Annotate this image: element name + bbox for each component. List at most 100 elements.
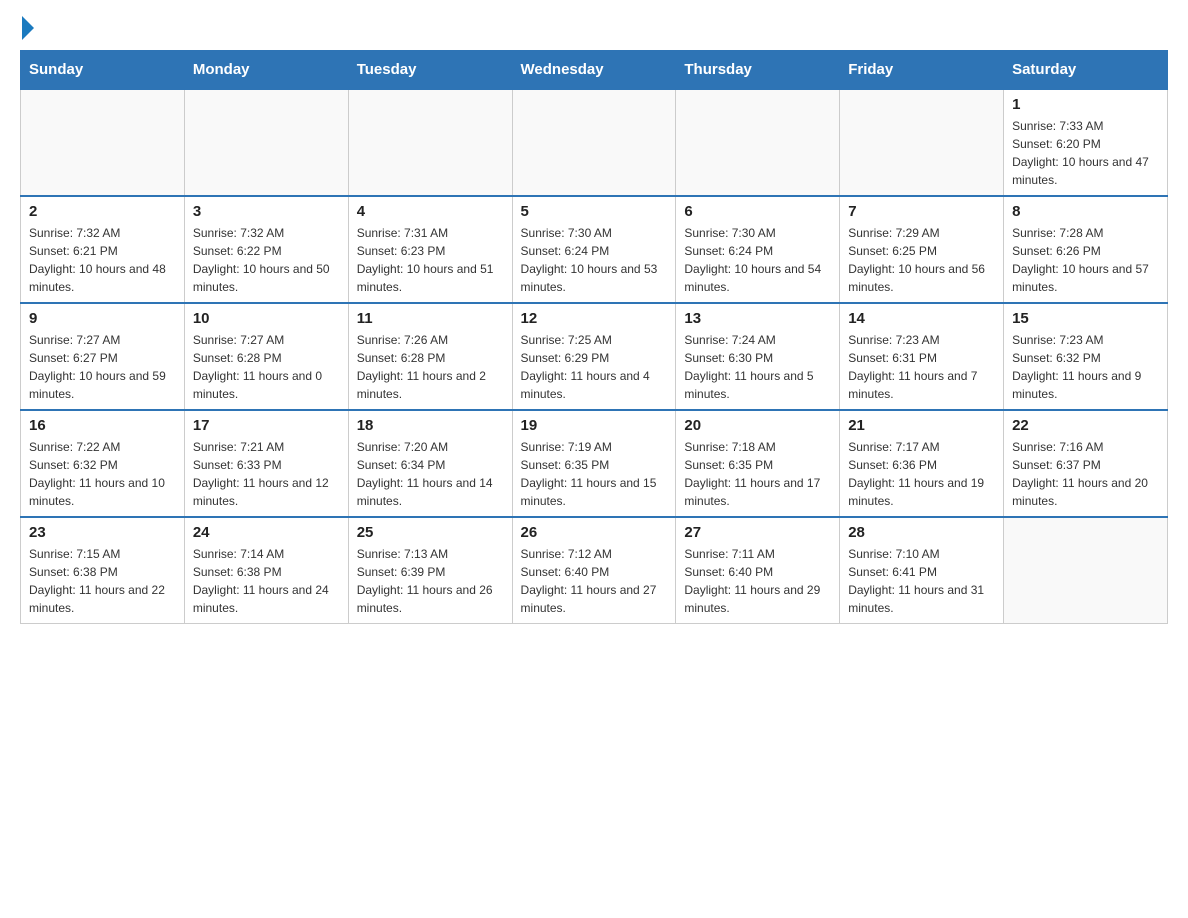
day-info: Sunrise: 7:30 AM Sunset: 6:24 PM Dayligh… [521, 224, 668, 296]
day-number: 7 [848, 203, 995, 220]
calendar-cell [348, 89, 512, 196]
calendar-cell: 16 Sunrise: 7:22 AM Sunset: 6:32 PM Dayli… [21, 410, 185, 517]
day-number: 1 [1012, 96, 1159, 113]
calendar-cell: 17Sunrise: 7:21 AM Sunset: 6:33 PM Dayli… [184, 410, 348, 517]
day-number: 14 [848, 310, 995, 327]
day-info: Sunrise: 7:20 AM Sunset: 6:34 PM Dayligh… [357, 438, 504, 510]
calendar-cell: 19 Sunrise: 7:19 AM Sunset: 6:35 PM Dayli… [512, 410, 676, 517]
week-row-4: 16 Sunrise: 7:22 AM Sunset: 6:32 PM Dayli… [21, 410, 1168, 517]
calendar-cell: 21Sunrise: 7:17 AM Sunset: 6:36 PM Dayli… [840, 410, 1004, 517]
day-info: Sunrise: 7:27 AM Sunset: 6:28 PM Dayligh… [193, 331, 340, 403]
calendar-cell [512, 89, 676, 196]
calendar-cell: 22 Sunrise: 7:16 AM Sunset: 6:37 PM Dayli… [1004, 410, 1168, 517]
day-number: 24 [193, 524, 340, 541]
calendar-cell: 10 Sunrise: 7:27 AM Sunset: 6:28 PM Dayli… [184, 303, 348, 410]
week-row-5: 23 Sunrise: 7:15 AM Sunset: 6:38 PM Dayli… [21, 517, 1168, 624]
calendar-header-saturday: Saturday [1004, 51, 1168, 90]
day-info: Sunrise: 7:13 AM Sunset: 6:39 PM Dayligh… [357, 545, 504, 617]
day-number: 22 [1012, 417, 1159, 434]
day-info: Sunrise: 7:24 AM Sunset: 6:30 PM Dayligh… [684, 331, 831, 403]
calendar-cell: 26 Sunrise: 7:12 AM Sunset: 6:40 PM Dayli… [512, 517, 676, 624]
day-number: 19 [521, 417, 668, 434]
day-info: Sunrise: 7:15 AM Sunset: 6:38 PM Dayligh… [29, 545, 176, 617]
calendar-cell: 3 Sunrise: 7:32 AM Sunset: 6:22 PM Daylig… [184, 196, 348, 303]
calendar-cell: 7 Sunrise: 7:29 AM Sunset: 6:25 PM Daylig… [840, 196, 1004, 303]
calendar-header-wednesday: Wednesday [512, 51, 676, 90]
day-number: 8 [1012, 203, 1159, 220]
calendar-header-tuesday: Tuesday [348, 51, 512, 90]
calendar-header-monday: Monday [184, 51, 348, 90]
day-number: 2 [29, 203, 176, 220]
day-info: Sunrise: 7:19 AM Sunset: 6:35 PM Dayligh… [521, 438, 668, 510]
week-row-1: 1 Sunrise: 7:33 AM Sunset: 6:20 PM Daylig… [21, 89, 1168, 196]
calendar-cell: 9 Sunrise: 7:27 AM Sunset: 6:27 PM Daylig… [21, 303, 185, 410]
calendar-cell: 27 Sunrise: 7:11 AM Sunset: 6:40 PM Dayli… [676, 517, 840, 624]
calendar-cell: 6 Sunrise: 7:30 AM Sunset: 6:24 PM Daylig… [676, 196, 840, 303]
day-info: Sunrise: 7:30 AM Sunset: 6:24 PM Dayligh… [684, 224, 831, 296]
day-info: Sunrise: 7:25 AM Sunset: 6:29 PM Dayligh… [521, 331, 668, 403]
day-number: 26 [521, 524, 668, 541]
logo [20, 20, 34, 40]
calendar-header-thursday: Thursday [676, 51, 840, 90]
day-number: 4 [357, 203, 504, 220]
calendar-cell: 15 Sunrise: 7:23 AM Sunset: 6:32 PM Dayli… [1004, 303, 1168, 410]
calendar-cell: 11 Sunrise: 7:26 AM Sunset: 6:28 PM Dayli… [348, 303, 512, 410]
day-info: Sunrise: 7:21 AM Sunset: 6:33 PM Dayligh… [193, 438, 340, 510]
day-number: 12 [521, 310, 668, 327]
day-number: 13 [684, 310, 831, 327]
day-number: 3 [193, 203, 340, 220]
day-info: Sunrise: 7:29 AM Sunset: 6:25 PM Dayligh… [848, 224, 995, 296]
calendar-cell: 8Sunrise: 7:28 AM Sunset: 6:26 PM Daylig… [1004, 196, 1168, 303]
day-number: 16 [29, 417, 176, 434]
calendar-cell: 2Sunrise: 7:32 AM Sunset: 6:21 PM Daylig… [21, 196, 185, 303]
day-info: Sunrise: 7:27 AM Sunset: 6:27 PM Dayligh… [29, 331, 176, 403]
day-info: Sunrise: 7:22 AM Sunset: 6:32 PM Dayligh… [29, 438, 176, 510]
calendar-cell: 18 Sunrise: 7:20 AM Sunset: 6:34 PM Dayli… [348, 410, 512, 517]
day-number: 25 [357, 524, 504, 541]
day-info: Sunrise: 7:11 AM Sunset: 6:40 PM Dayligh… [684, 545, 831, 617]
calendar-header-friday: Friday [840, 51, 1004, 90]
day-number: 10 [193, 310, 340, 327]
calendar-table: SundayMondayTuesdayWednesdayThursdayFrid… [20, 50, 1168, 624]
day-number: 23 [29, 524, 176, 541]
week-row-3: 9 Sunrise: 7:27 AM Sunset: 6:27 PM Daylig… [21, 303, 1168, 410]
day-info: Sunrise: 7:17 AM Sunset: 6:36 PM Dayligh… [848, 438, 995, 510]
calendar-cell: 24 Sunrise: 7:14 AM Sunset: 6:38 PM Dayli… [184, 517, 348, 624]
calendar-cell: 1 Sunrise: 7:33 AM Sunset: 6:20 PM Daylig… [1004, 89, 1168, 196]
day-number: 18 [357, 417, 504, 434]
calendar-cell: 13 Sunrise: 7:24 AM Sunset: 6:30 PM Dayli… [676, 303, 840, 410]
calendar-cell [676, 89, 840, 196]
day-info: Sunrise: 7:26 AM Sunset: 6:28 PM Dayligh… [357, 331, 504, 403]
day-info: Sunrise: 7:18 AM Sunset: 6:35 PM Dayligh… [684, 438, 831, 510]
day-info: Sunrise: 7:31 AM Sunset: 6:23 PM Dayligh… [357, 224, 504, 296]
day-number: 9 [29, 310, 176, 327]
day-number: 6 [684, 203, 831, 220]
logo-arrow-icon [22, 16, 34, 40]
day-number: 27 [684, 524, 831, 541]
calendar-cell: 12 Sunrise: 7:25 AM Sunset: 6:29 PM Dayli… [512, 303, 676, 410]
day-number: 15 [1012, 310, 1159, 327]
calendar-cell: 20Sunrise: 7:18 AM Sunset: 6:35 PM Dayli… [676, 410, 840, 517]
page-header [20, 20, 1168, 40]
calendar-header-row: SundayMondayTuesdayWednesdayThursdayFrid… [21, 51, 1168, 90]
calendar-cell: 4 Sunrise: 7:31 AM Sunset: 6:23 PM Daylig… [348, 196, 512, 303]
calendar-header-sunday: Sunday [21, 51, 185, 90]
calendar-cell: 14 Sunrise: 7:23 AM Sunset: 6:31 PM Dayli… [840, 303, 1004, 410]
calendar-cell [21, 89, 185, 196]
calendar-cell [840, 89, 1004, 196]
day-info: Sunrise: 7:23 AM Sunset: 6:31 PM Dayligh… [848, 331, 995, 403]
day-number: 11 [357, 310, 504, 327]
calendar-cell: 5Sunrise: 7:30 AM Sunset: 6:24 PM Daylig… [512, 196, 676, 303]
day-info: Sunrise: 7:23 AM Sunset: 6:32 PM Dayligh… [1012, 331, 1159, 403]
calendar-cell: 28Sunrise: 7:10 AM Sunset: 6:41 PM Dayli… [840, 517, 1004, 624]
day-info: Sunrise: 7:33 AM Sunset: 6:20 PM Dayligh… [1012, 117, 1159, 189]
week-row-2: 2Sunrise: 7:32 AM Sunset: 6:21 PM Daylig… [21, 196, 1168, 303]
day-info: Sunrise: 7:14 AM Sunset: 6:38 PM Dayligh… [193, 545, 340, 617]
day-info: Sunrise: 7:12 AM Sunset: 6:40 PM Dayligh… [521, 545, 668, 617]
day-info: Sunrise: 7:16 AM Sunset: 6:37 PM Dayligh… [1012, 438, 1159, 510]
calendar-cell: 25 Sunrise: 7:13 AM Sunset: 6:39 PM Dayli… [348, 517, 512, 624]
day-info: Sunrise: 7:32 AM Sunset: 6:22 PM Dayligh… [193, 224, 340, 296]
calendar-cell [1004, 517, 1168, 624]
calendar-cell: 23 Sunrise: 7:15 AM Sunset: 6:38 PM Dayli… [21, 517, 185, 624]
day-info: Sunrise: 7:10 AM Sunset: 6:41 PM Dayligh… [848, 545, 995, 617]
